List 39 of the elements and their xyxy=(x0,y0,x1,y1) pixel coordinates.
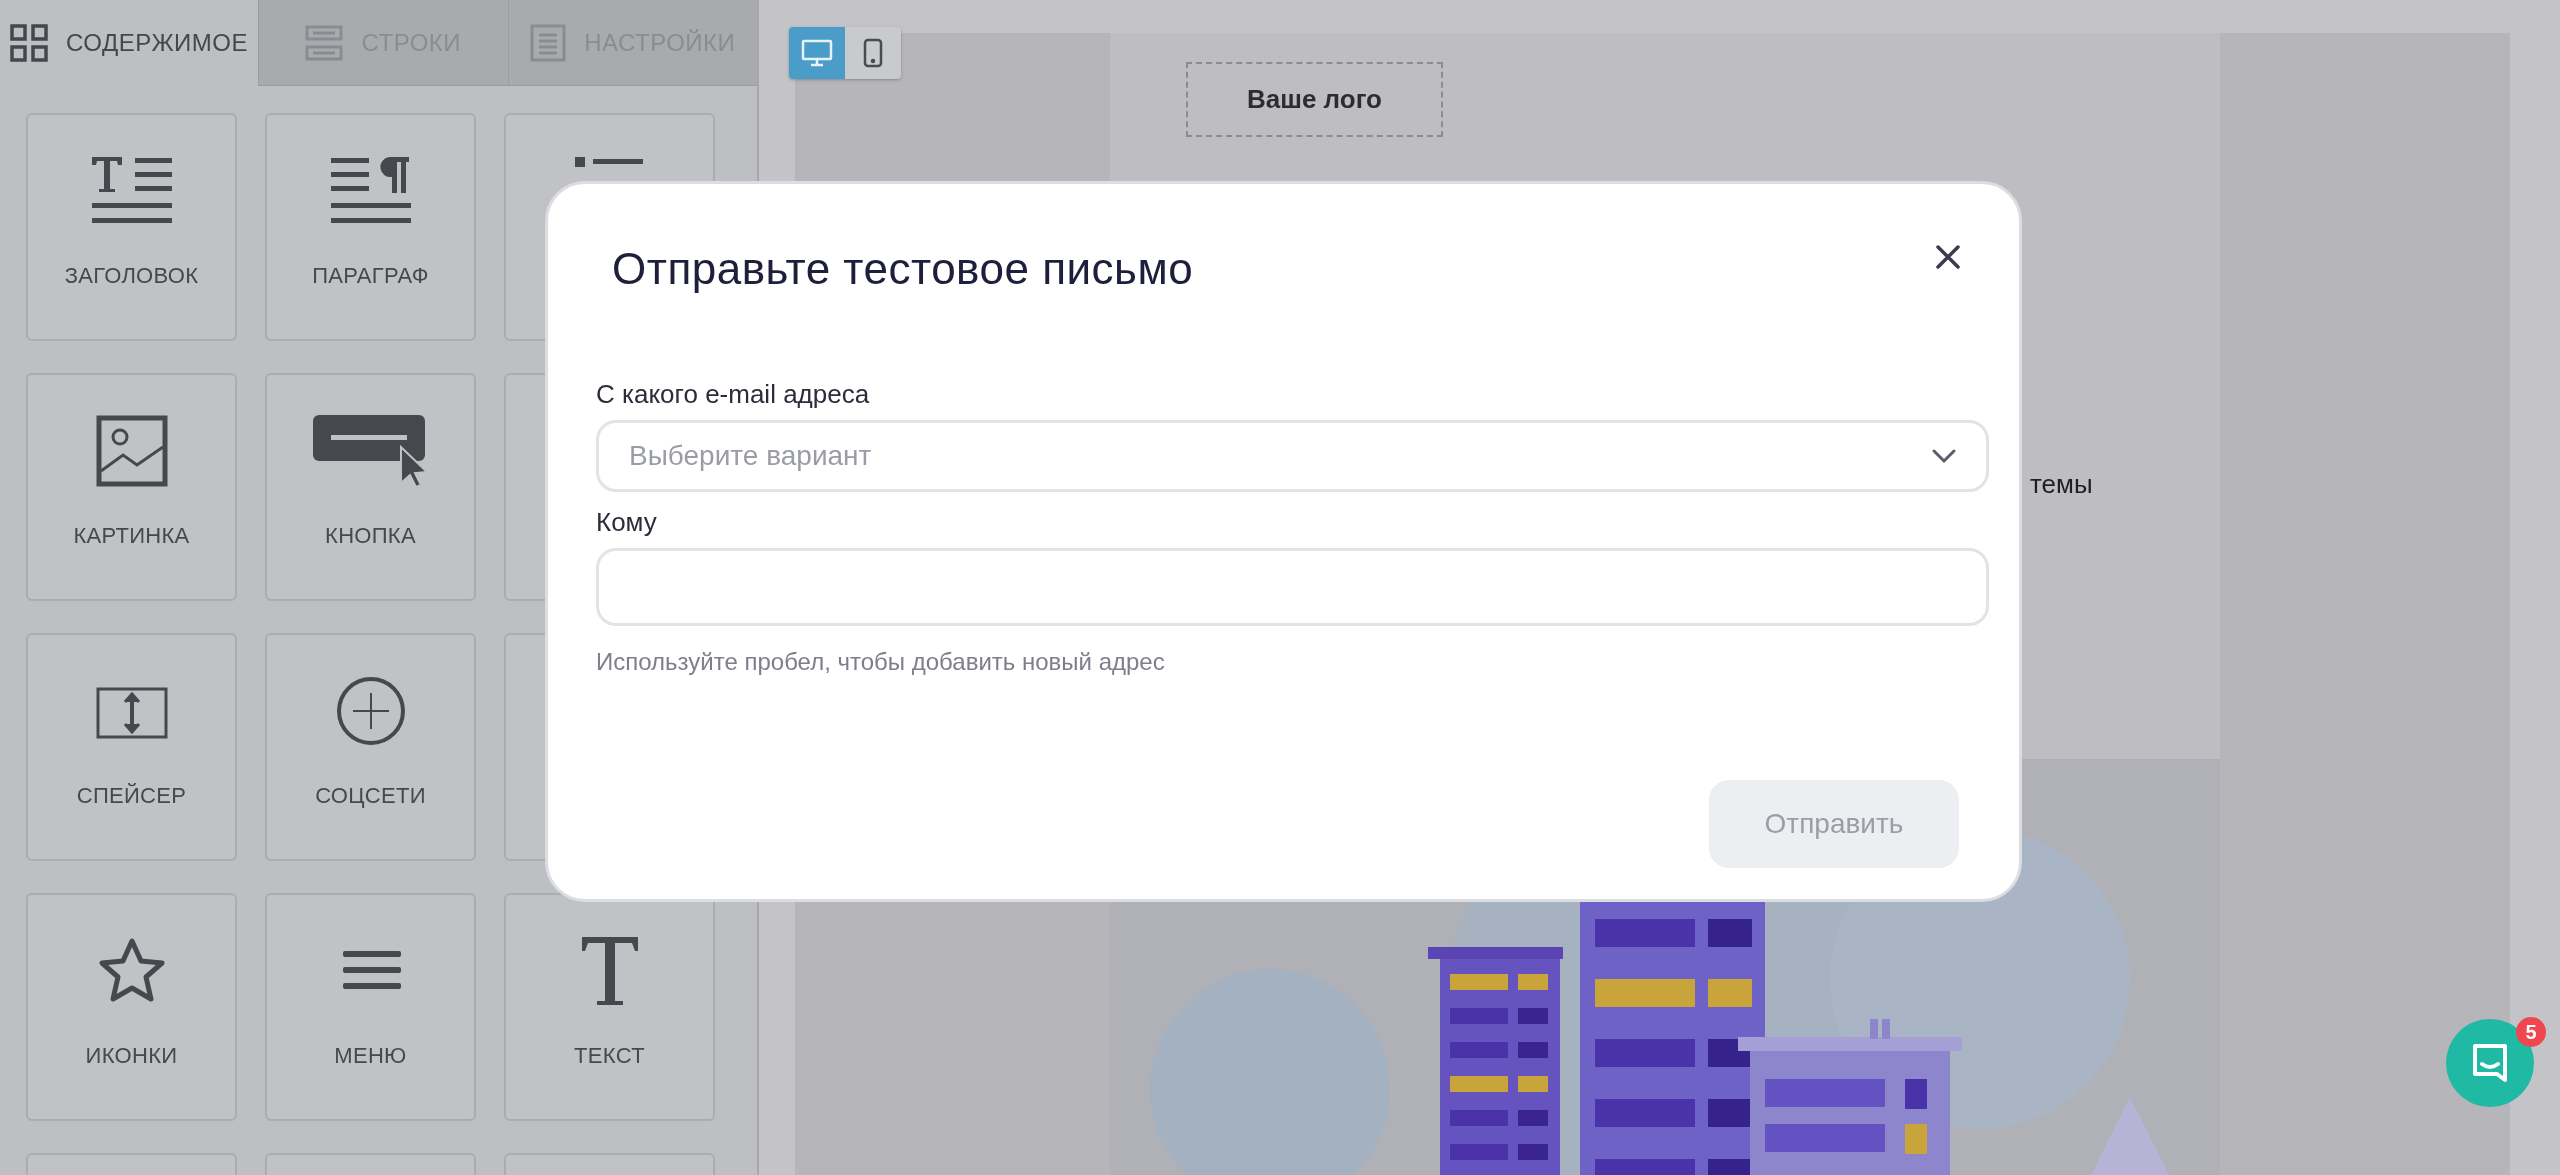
close-icon xyxy=(1935,244,1961,270)
monitor-icon xyxy=(801,39,833,67)
input-field[interactable] xyxy=(596,548,1989,626)
content-block-tile[interactable]: КНОПКА xyxy=(265,373,476,601)
grid-icon xyxy=(10,24,48,62)
field-hint: Используйте пробел, чтобы добавить новый адрес xyxy=(596,648,1166,676)
content-block-tile[interactable]: СПЕЙСЕР xyxy=(26,633,237,861)
select-field[interactable]: Выберите вариант xyxy=(596,420,1989,492)
chevron-down-icon xyxy=(1931,448,1957,464)
field-label: С какого e-mail адреса xyxy=(596,378,871,410)
tile-label: ПАРАГРАФ xyxy=(312,263,429,289)
logo-block[interactable]: Ваше лого xyxy=(1186,62,1443,137)
tile-label: КАРТИНКА xyxy=(73,523,190,549)
rows-icon xyxy=(305,23,344,62)
tile-label: СПЕЙСЕР xyxy=(76,783,187,809)
text-icon xyxy=(579,935,640,1007)
tile-label: ИКОНКИ xyxy=(85,1043,178,1069)
tile-label: СОЦСЕТИ xyxy=(315,783,426,809)
content-block-tile[interactable]: СОЦСЕТИ xyxy=(265,633,476,861)
document-icon xyxy=(530,23,567,62)
tile-label: ТЕКСТ xyxy=(574,1043,645,1069)
dialog-title: Отправьте тестовое письмо xyxy=(612,244,1194,294)
phone-icon xyxy=(863,38,883,68)
tile-label: МЕНЮ xyxy=(334,1043,407,1069)
plus-circle-icon xyxy=(334,675,407,747)
content-block-tile[interactable]: ИКОНКИ xyxy=(26,893,237,1121)
content-block-tile[interactable]: ЗАГОЛОВОК xyxy=(26,113,237,341)
content-block-tile[interactable]: МЕНЮ xyxy=(265,893,476,1121)
mobile-view-button[interactable] xyxy=(845,27,901,79)
content-block-tile[interactable]: ПАРАГРАФ xyxy=(265,113,476,341)
tile-label: ЗАГОЛОВОК xyxy=(64,263,199,289)
content-block-tile[interactable]: КАРТИНКА xyxy=(26,373,237,601)
image-icon xyxy=(95,415,168,487)
desktop-view-button[interactable] xyxy=(789,27,845,79)
list-icon xyxy=(574,155,645,169)
email-text: темы xyxy=(2030,469,2094,499)
content-block-tile[interactable]: ТЕКСТ xyxy=(504,893,715,1121)
field-label: Кому xyxy=(596,506,658,538)
tile-label: КНОПКА xyxy=(325,523,416,549)
